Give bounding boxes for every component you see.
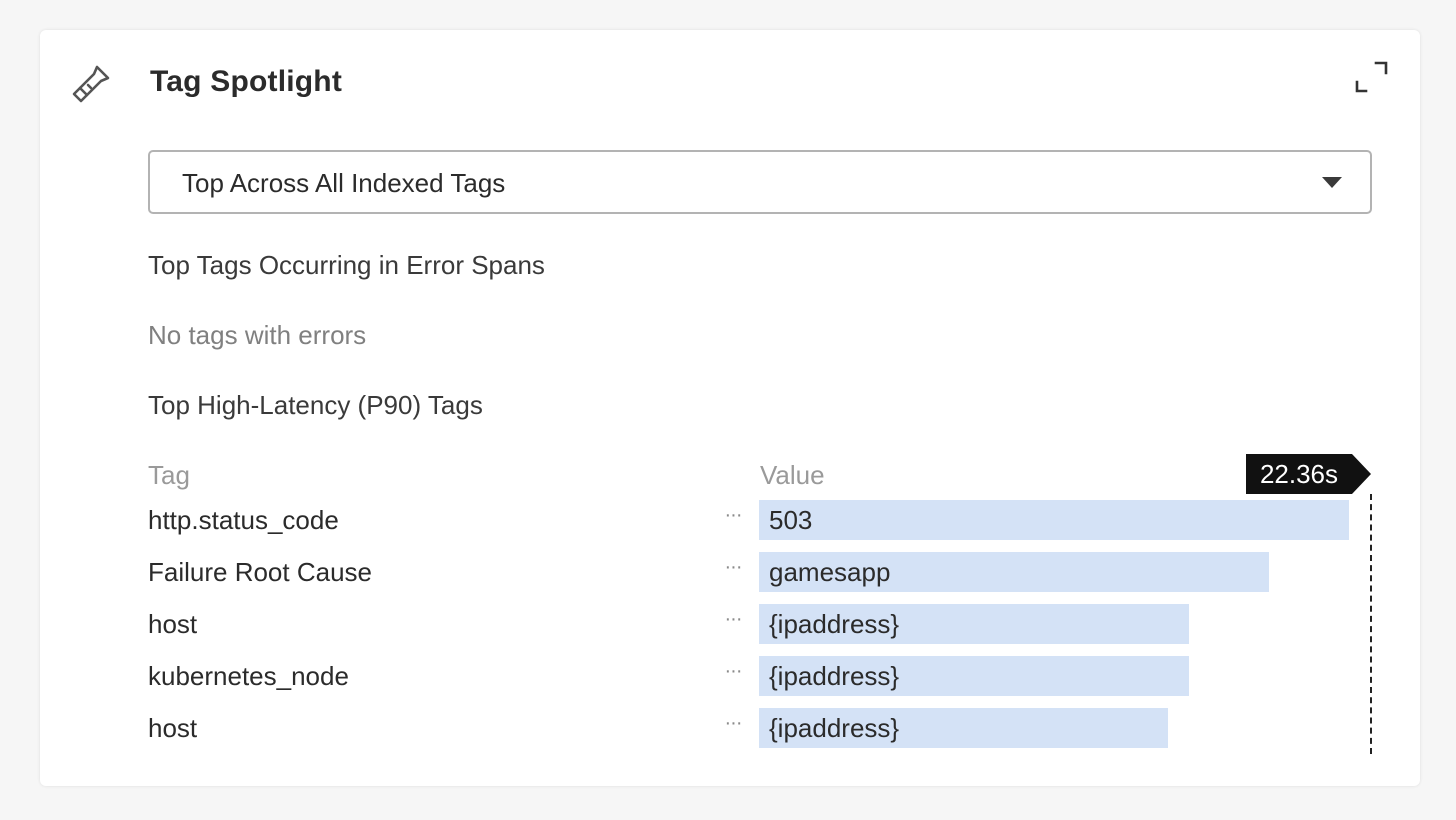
latency-bar[interactable]: {ipaddress} — [759, 604, 1189, 644]
value-column-header: Value — [760, 460, 825, 490]
more-icon[interactable]: ··· — [720, 552, 746, 582]
table-row: http.status_code ··· 503 — [148, 500, 1370, 540]
latency-bar[interactable]: 503 — [759, 500, 1349, 540]
row-tag: host — [148, 713, 198, 743]
marker-arrow — [1352, 454, 1371, 494]
max-latency-label: 22.36s — [1246, 454, 1352, 494]
table-row: kubernetes_node ··· {ipaddress} — [148, 656, 1370, 696]
row-value: {ipaddress} — [769, 609, 900, 639]
panel-title: Tag Spotlight — [150, 65, 343, 98]
tag-scope-select[interactable]: Top Across All Indexed Tags — [148, 150, 1372, 214]
chevron-down-icon — [1322, 177, 1342, 188]
more-icon[interactable]: ··· — [720, 656, 746, 686]
select-value: Top Across All Indexed Tags — [182, 168, 506, 198]
no-errors-text: No tags with errors — [148, 320, 367, 350]
row-value: {ipaddress} — [769, 713, 900, 743]
table-row: Failure Root Cause ··· gamesapp — [148, 552, 1370, 592]
more-icon[interactable]: ··· — [720, 604, 746, 634]
error-spans-title: Top Tags Occurring in Error Spans — [148, 250, 545, 280]
row-value: 503 — [769, 505, 813, 535]
flashlight-icon — [72, 65, 110, 103]
row-value: gamesapp — [769, 557, 891, 587]
latency-tags-title: Top High-Latency (P90) Tags — [148, 390, 483, 420]
max-latency-marker: 22.36s — [1246, 454, 1372, 494]
row-tag: Failure Root Cause — [148, 557, 372, 587]
row-tag: kubernetes_node — [148, 661, 349, 691]
expand-icon[interactable] — [1353, 59, 1389, 95]
latency-bar[interactable]: gamesapp — [759, 552, 1269, 592]
table-row: host ··· {ipaddress} — [148, 604, 1370, 644]
max-latency-line — [1370, 494, 1372, 754]
row-tag: http.status_code — [148, 505, 339, 535]
more-icon[interactable]: ··· — [720, 708, 746, 738]
tag-column-header: Tag — [148, 460, 190, 490]
table-row: host ··· {ipaddress} — [148, 708, 1370, 748]
more-icon[interactable]: ··· — [720, 500, 746, 530]
latency-bar[interactable]: {ipaddress} — [759, 708, 1168, 748]
row-tag: host — [148, 609, 198, 639]
row-value: {ipaddress} — [769, 661, 900, 691]
latency-bar[interactable]: {ipaddress} — [759, 656, 1189, 696]
